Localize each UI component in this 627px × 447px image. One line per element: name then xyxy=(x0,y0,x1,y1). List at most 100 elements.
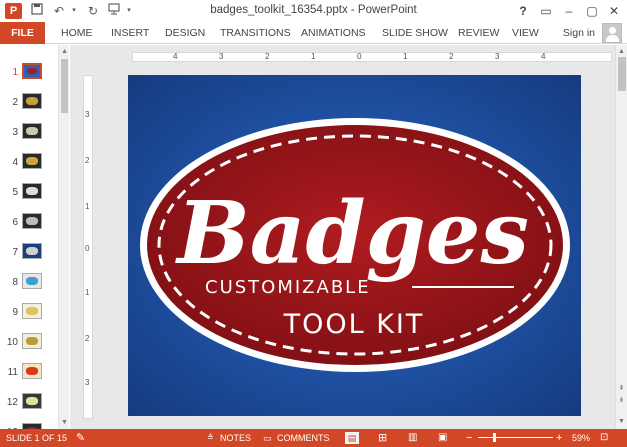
ruler-label: 4 xyxy=(173,52,178,61)
ruler-label: 4 xyxy=(541,52,546,61)
badge-subtitle: CUSTOMIZABLE xyxy=(205,277,371,298)
ruler-label: 2 xyxy=(265,52,270,61)
slide-thumbnail[interactable]: 5 xyxy=(0,179,58,207)
slide-thumbnail[interactable]: 6 xyxy=(0,209,58,237)
thumbnail-scroll-thumb[interactable] xyxy=(61,59,68,113)
help-icon[interactable]: ? xyxy=(514,2,532,20)
scroll-up-icon[interactable]: ▲ xyxy=(59,46,70,57)
slide-thumbnail[interactable]: 2 xyxy=(0,89,58,117)
ruler-label: 2 xyxy=(85,334,90,343)
status-bar: SLIDE 1 OF 15 ✎ ≙ NOTES ▭ COMMENTS ▤ ⊞ ▥… xyxy=(0,429,627,447)
slide-thumbnail[interactable]: 13 xyxy=(0,419,58,429)
previous-slide-icon[interactable]: ⇞ xyxy=(616,383,627,394)
slide-preview-badge xyxy=(26,337,38,345)
zoom-slider[interactable] xyxy=(478,437,553,438)
tab-home[interactable]: HOME xyxy=(61,22,93,44)
comments-icon[interactable]: ▭ xyxy=(263,429,272,447)
ruler-label: 3 xyxy=(495,52,500,61)
slide-preview xyxy=(22,153,42,169)
slide-thumbnail[interactable]: 1 xyxy=(0,59,58,87)
maximize-icon[interactable]: ▢ xyxy=(583,2,601,20)
notes-icon[interactable]: ≙ xyxy=(207,429,214,447)
zoom-level[interactable]: 59% xyxy=(572,429,590,447)
slide-preview-badge xyxy=(26,277,38,285)
slide-number: 6 xyxy=(12,217,18,228)
slide-preview xyxy=(22,123,42,139)
zoom-in-icon[interactable]: + xyxy=(556,429,562,447)
tab-slide-show[interactable]: SLIDE SHOW xyxy=(382,22,448,44)
reading-view-icon[interactable]: ▥ xyxy=(408,429,417,447)
slide-number: 5 xyxy=(12,187,18,198)
tab-view[interactable]: VIEW xyxy=(512,22,539,44)
badge-title: Badges xyxy=(174,183,529,284)
editor-scroll-thumb[interactable] xyxy=(618,57,626,91)
slide-number: 1 xyxy=(12,67,18,78)
slide-number: 4 xyxy=(12,157,18,168)
slide-preview xyxy=(22,333,42,349)
ruler-label: 0 xyxy=(357,52,362,61)
thumbnail-scrollbar[interactable]: ▲ ▼ xyxy=(58,45,69,429)
tab-animations[interactable]: ANIMATIONS xyxy=(301,22,366,44)
ruler-label: 3 xyxy=(219,52,224,61)
slide-number: 8 xyxy=(12,277,18,288)
title-bar: P ↶ ▾ ↻ ▾ badges_toolkit_16354.pptx - Po… xyxy=(0,0,627,22)
spelling-check-icon[interactable]: ✎ xyxy=(76,429,85,447)
ruler-label: 1 xyxy=(85,202,90,211)
slide-number: 11 xyxy=(7,367,18,378)
slide-preview-badge xyxy=(26,307,38,315)
scroll-down-icon[interactable]: ▼ xyxy=(616,416,627,427)
ribbon-display-options-icon[interactable]: ▭ xyxy=(537,2,555,20)
slide-show-icon[interactable]: ▣ xyxy=(438,429,447,447)
slide-sorter-icon[interactable]: ⊞ xyxy=(378,429,387,447)
horizontal-ruler: 4 3 2 1 0 1 2 3 4 xyxy=(132,52,612,62)
next-slide-icon[interactable]: ⇟ xyxy=(616,395,627,406)
slide-number: 3 xyxy=(12,127,18,138)
ruler-label: 1 xyxy=(85,288,90,297)
slide-thumbnail[interactable]: 10 xyxy=(0,329,58,357)
window-title: badges_toolkit_16354.pptx - PowerPoint xyxy=(210,4,417,16)
slide-number: 10 xyxy=(6,337,18,348)
normal-view-icon[interactable]: ▤ xyxy=(345,432,359,444)
slide-preview-badge xyxy=(26,217,38,225)
ribbon-tabs: FILE HOME INSERT DESIGN TRANSITIONS ANIM… xyxy=(0,22,627,44)
slide-preview-badge xyxy=(26,367,38,375)
ruler-label: 1 xyxy=(403,52,408,61)
ruler-label: 3 xyxy=(85,110,90,119)
slide-canvas[interactable]: Badges CUSTOMIZABLE TOOL KIT xyxy=(128,75,581,416)
editor-scrollbar[interactable]: ▲ ⇞ ⇟ ▼ xyxy=(615,45,627,429)
slide-thumbnail[interactable]: 11 xyxy=(0,359,58,387)
slide-preview xyxy=(22,243,42,259)
tab-design[interactable]: DESIGN xyxy=(165,22,205,44)
tab-insert[interactable]: INSERT xyxy=(111,22,149,44)
tab-file[interactable]: FILE xyxy=(0,22,45,44)
zoom-out-icon[interactable]: − xyxy=(466,429,472,447)
tab-review[interactable]: REVIEW xyxy=(458,22,499,44)
badge-graphic: Badges CUSTOMIZABLE TOOL KIT xyxy=(140,118,570,372)
avatar[interactable] xyxy=(602,23,622,43)
slide-thumbnail[interactable]: 7 xyxy=(0,239,58,267)
slide-thumbnail[interactable]: 9 xyxy=(0,299,58,327)
slide-preview-badge xyxy=(26,187,38,195)
ruler-label: 3 xyxy=(85,378,90,387)
slide-number: 12 xyxy=(6,397,18,408)
scroll-up-icon[interactable]: ▲ xyxy=(616,46,627,57)
fit-slide-icon[interactable]: ⊡ xyxy=(600,429,608,447)
close-icon[interactable]: ✕ xyxy=(605,2,623,20)
slide-thumbnail[interactable]: 8 xyxy=(0,269,58,297)
slide-thumbnail[interactable]: 3 xyxy=(0,119,58,147)
scroll-down-icon[interactable]: ▼ xyxy=(59,417,70,428)
slide-thumbnail[interactable]: 4 xyxy=(0,149,58,177)
slide-editor: 4 3 2 1 0 1 2 3 4 3 2 1 0 1 2 3 Badges C… xyxy=(70,45,627,429)
minimize-icon[interactable]: – xyxy=(560,2,578,20)
zoom-slider-handle[interactable] xyxy=(493,433,496,442)
slide-preview-badge xyxy=(26,97,38,105)
powerpoint-window: P ↶ ▾ ↻ ▾ badges_toolkit_16354.pptx - Po… xyxy=(0,0,627,447)
slide-preview-badge xyxy=(26,397,38,405)
notes-button[interactable]: NOTES xyxy=(220,429,251,447)
tab-transitions[interactable]: TRANSITIONS xyxy=(220,22,291,44)
slide-preview xyxy=(22,393,42,409)
avatar-body xyxy=(606,35,619,42)
comments-button[interactable]: COMMENTS xyxy=(277,429,330,447)
sign-in-link[interactable]: Sign in xyxy=(563,22,595,44)
slide-thumbnail[interactable]: 12 xyxy=(0,389,58,417)
